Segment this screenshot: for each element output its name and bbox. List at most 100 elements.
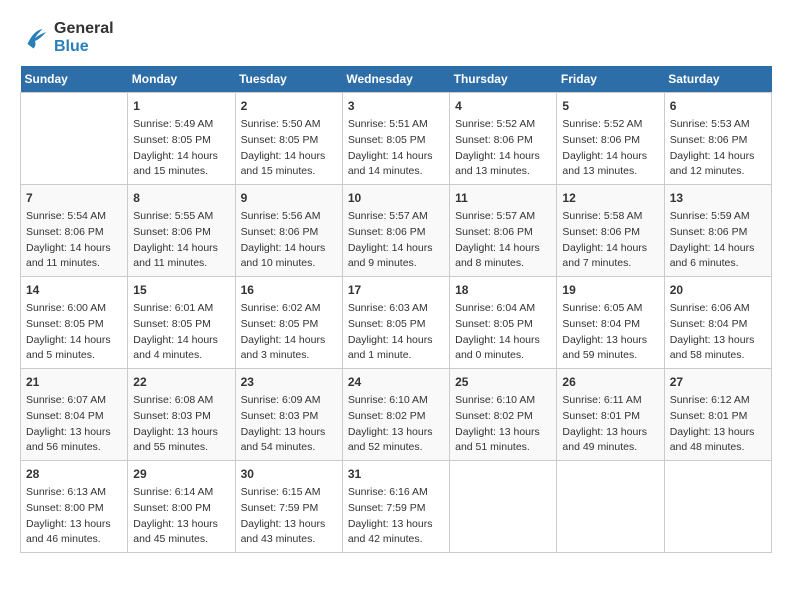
- day-cell: 31 Sunrise: 6:16 AM Sunset: 7:59 PM Dayli…: [342, 461, 449, 553]
- day-cell: [664, 461, 771, 553]
- day-info: Sunrise: 5:54 AM Sunset: 8:06 PM Dayligh…: [26, 209, 122, 272]
- day-number: 25: [455, 373, 551, 391]
- calendar-table: SundayMondayTuesdayWednesdayThursdayFrid…: [20, 66, 772, 553]
- page-header: General Blue: [20, 20, 772, 56]
- day-cell: 11 Sunrise: 5:57 AM Sunset: 8:06 PM Dayli…: [450, 185, 557, 277]
- day-cell: [557, 461, 664, 553]
- day-info: Sunrise: 6:16 AM Sunset: 7:59 PM Dayligh…: [348, 485, 444, 548]
- week-row-4: 21Sunrise: 6:07 AM Sunset: 8:04 PM Dayli…: [21, 369, 772, 461]
- day-info: Sunrise: 6:00 AM Sunset: 8:05 PM Dayligh…: [26, 301, 122, 364]
- day-cell: 13Sunrise: 5:59 AM Sunset: 8:06 PM Dayli…: [664, 185, 771, 277]
- day-number: 19: [562, 281, 658, 299]
- day-cell: 21Sunrise: 6:07 AM Sunset: 8:04 PM Dayli…: [21, 369, 128, 461]
- day-info: Sunrise: 6:10 AM Sunset: 8:02 PM Dayligh…: [455, 393, 551, 456]
- day-number: 2: [241, 97, 337, 115]
- day-info: Sunrise: 6:01 AM Sunset: 8:05 PM Dayligh…: [133, 301, 229, 364]
- day-cell: 20 Sunrise: 6:06 AM Sunset: 8:04 PM Dayli…: [664, 277, 771, 369]
- day-info: Sunrise: 5:49 AM Sunset: 8:05 PM Dayligh…: [133, 117, 229, 180]
- day-cell: 15 Sunrise: 6:01 AM Sunset: 8:05 PM Dayli…: [128, 277, 235, 369]
- day-cell: 27Sunrise: 6:12 AM Sunset: 8:01 PM Dayli…: [664, 369, 771, 461]
- day-cell: [450, 461, 557, 553]
- day-number: 30: [241, 465, 337, 483]
- day-cell: 30Sunrise: 6:15 AM Sunset: 7:59 PM Dayli…: [235, 461, 342, 553]
- logo-bird-icon: [20, 23, 50, 53]
- day-number: 26: [562, 373, 658, 391]
- day-info: Sunrise: 5:57 AM Sunset: 8:06 PM Dayligh…: [455, 209, 551, 272]
- header-row: SundayMondayTuesdayWednesdayThursdayFrid…: [21, 66, 772, 93]
- day-cell: 28 Sunrise: 6:13 AM Sunset: 8:00 PM Dayli…: [21, 461, 128, 553]
- day-number: 27: [670, 373, 766, 391]
- day-info: Sunrise: 6:09 AM Sunset: 8:03 PM Dayligh…: [241, 393, 337, 456]
- day-number: 6: [670, 97, 766, 115]
- day-cell: 18 Sunrise: 6:04 AM Sunset: 8:05 PM Dayli…: [450, 277, 557, 369]
- day-info: Sunrise: 6:02 AM Sunset: 8:05 PM Dayligh…: [241, 301, 337, 364]
- day-number: 23: [241, 373, 337, 391]
- day-cell: 26 Sunrise: 6:11 AM Sunset: 8:01 PM Dayli…: [557, 369, 664, 461]
- day-cell: 3 Sunrise: 5:51 AM Sunset: 8:05 PM Daylig…: [342, 93, 449, 185]
- day-info: Sunrise: 5:52 AM Sunset: 8:06 PM Dayligh…: [455, 117, 551, 180]
- day-cell: 29 Sunrise: 6:14 AM Sunset: 8:00 PM Dayli…: [128, 461, 235, 553]
- col-header-wednesday: Wednesday: [342, 66, 449, 93]
- day-cell: 2 Sunrise: 5:50 AM Sunset: 8:05 PM Daylig…: [235, 93, 342, 185]
- day-info: Sunrise: 6:06 AM Sunset: 8:04 PM Dayligh…: [670, 301, 766, 364]
- day-number: 22: [133, 373, 229, 391]
- day-cell: 12Sunrise: 5:58 AM Sunset: 8:06 PM Dayli…: [557, 185, 664, 277]
- day-number: 13: [670, 189, 766, 207]
- day-cell: [21, 93, 128, 185]
- day-number: 11: [455, 189, 551, 207]
- col-header-thursday: Thursday: [450, 66, 557, 93]
- day-info: Sunrise: 6:03 AM Sunset: 8:05 PM Dayligh…: [348, 301, 444, 364]
- day-number: 3: [348, 97, 444, 115]
- day-info: Sunrise: 5:57 AM Sunset: 8:06 PM Dayligh…: [348, 209, 444, 272]
- day-info: Sunrise: 6:13 AM Sunset: 8:00 PM Dayligh…: [26, 485, 122, 548]
- day-number: 29: [133, 465, 229, 483]
- day-number: 17: [348, 281, 444, 299]
- day-number: 28: [26, 465, 122, 483]
- day-cell: 23 Sunrise: 6:09 AM Sunset: 8:03 PM Dayli…: [235, 369, 342, 461]
- day-cell: 25 Sunrise: 6:10 AM Sunset: 8:02 PM Dayli…: [450, 369, 557, 461]
- day-info: Sunrise: 5:50 AM Sunset: 8:05 PM Dayligh…: [241, 117, 337, 180]
- day-cell: 6 Sunrise: 5:53 AM Sunset: 8:06 PM Daylig…: [664, 93, 771, 185]
- day-info: Sunrise: 5:52 AM Sunset: 8:06 PM Dayligh…: [562, 117, 658, 180]
- col-header-tuesday: Tuesday: [235, 66, 342, 93]
- logo-text: General Blue: [54, 20, 114, 56]
- day-cell: 22 Sunrise: 6:08 AM Sunset: 8:03 PM Dayli…: [128, 369, 235, 461]
- day-cell: 9Sunrise: 5:56 AM Sunset: 8:06 PM Daylig…: [235, 185, 342, 277]
- day-info: Sunrise: 6:07 AM Sunset: 8:04 PM Dayligh…: [26, 393, 122, 456]
- day-info: Sunrise: 5:56 AM Sunset: 8:06 PM Dayligh…: [241, 209, 337, 272]
- col-header-saturday: Saturday: [664, 66, 771, 93]
- day-number: 8: [133, 189, 229, 207]
- day-info: Sunrise: 5:53 AM Sunset: 8:06 PM Dayligh…: [670, 117, 766, 180]
- col-header-monday: Monday: [128, 66, 235, 93]
- day-number: 7: [26, 189, 122, 207]
- day-number: 12: [562, 189, 658, 207]
- day-info: Sunrise: 6:04 AM Sunset: 8:05 PM Dayligh…: [455, 301, 551, 364]
- day-info: Sunrise: 6:11 AM Sunset: 8:01 PM Dayligh…: [562, 393, 658, 456]
- day-cell: 19 Sunrise: 6:05 AM Sunset: 8:04 PM Dayli…: [557, 277, 664, 369]
- week-row-5: 28 Sunrise: 6:13 AM Sunset: 8:00 PM Dayli…: [21, 461, 772, 553]
- week-row-3: 14 Sunrise: 6:00 AM Sunset: 8:05 PM Dayli…: [21, 277, 772, 369]
- day-number: 14: [26, 281, 122, 299]
- day-info: Sunrise: 5:55 AM Sunset: 8:06 PM Dayligh…: [133, 209, 229, 272]
- day-info: Sunrise: 5:51 AM Sunset: 8:05 PM Dayligh…: [348, 117, 444, 180]
- day-number: 18: [455, 281, 551, 299]
- day-number: 10: [348, 189, 444, 207]
- day-info: Sunrise: 6:10 AM Sunset: 8:02 PM Dayligh…: [348, 393, 444, 456]
- logo: General Blue: [20, 20, 114, 56]
- day-number: 15: [133, 281, 229, 299]
- day-number: 5: [562, 97, 658, 115]
- day-info: Sunrise: 6:08 AM Sunset: 8:03 PM Dayligh…: [133, 393, 229, 456]
- day-number: 24: [348, 373, 444, 391]
- day-info: Sunrise: 6:14 AM Sunset: 8:00 PM Dayligh…: [133, 485, 229, 548]
- day-cell: 17 Sunrise: 6:03 AM Sunset: 8:05 PM Dayli…: [342, 277, 449, 369]
- day-cell: 16Sunrise: 6:02 AM Sunset: 8:05 PM Dayli…: [235, 277, 342, 369]
- day-number: 20: [670, 281, 766, 299]
- col-header-friday: Friday: [557, 66, 664, 93]
- day-number: 31: [348, 465, 444, 483]
- day-number: 1: [133, 97, 229, 115]
- day-cell: 4 Sunrise: 5:52 AM Sunset: 8:06 PM Daylig…: [450, 93, 557, 185]
- day-number: 4: [455, 97, 551, 115]
- day-cell: 1 Sunrise: 5:49 AM Sunset: 8:05 PM Daylig…: [128, 93, 235, 185]
- day-cell: 10 Sunrise: 5:57 AM Sunset: 8:06 PM Dayli…: [342, 185, 449, 277]
- day-info: Sunrise: 6:05 AM Sunset: 8:04 PM Dayligh…: [562, 301, 658, 364]
